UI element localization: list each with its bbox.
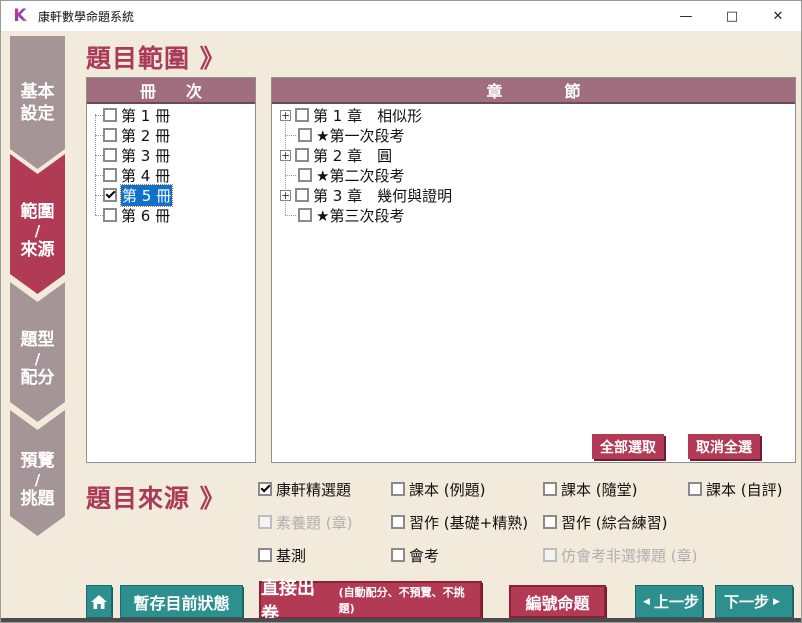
source-option-basic-test[interactable]: 基測 xyxy=(258,546,306,564)
source-option-textbook-selfcheck[interactable]: 課本 (自評) xyxy=(688,480,782,498)
tab-label: 來源 xyxy=(21,239,55,261)
checkbox-icon[interactable] xyxy=(688,482,702,496)
tab-label: / xyxy=(35,223,40,239)
titlebar: K 康軒數學命題系統 — □ ✕ xyxy=(1,1,801,31)
volume-item[interactable]: 第 1 冊 xyxy=(103,105,170,125)
tab-label: / xyxy=(35,351,40,367)
checkbox-icon[interactable] xyxy=(391,515,405,529)
source-option-workbook-basic[interactable]: 習作 (基礎+精熟) xyxy=(391,513,528,531)
close-button[interactable]: ✕ xyxy=(755,1,801,31)
tab-label: / xyxy=(35,472,40,488)
sidebar-tab-preview-pick[interactable]: 預覽 / 挑題 xyxy=(10,410,65,536)
tree-line xyxy=(95,114,96,215)
source-option-cap-exam[interactable]: 會考 xyxy=(391,546,439,564)
source-option-textbook-example[interactable]: 課本 (例題) xyxy=(391,480,485,498)
chapter-item[interactable]: + 第 3 章 幾何與證明 xyxy=(280,185,452,205)
checkbox-icon[interactable] xyxy=(298,208,312,222)
home-icon xyxy=(90,594,108,610)
checkbox-disabled-icon xyxy=(543,548,557,562)
checkbox-icon[interactable] xyxy=(103,108,117,122)
chapter-item[interactable]: + 第 2 章 圓 xyxy=(280,145,392,165)
direct-generate-button[interactable]: 直接出卷 (自動配分、不預覽、不挑題) xyxy=(259,581,482,619)
checkbox-icon[interactable] xyxy=(103,208,117,222)
window-bottom-border xyxy=(1,618,801,622)
checkbox-icon[interactable] xyxy=(295,148,309,162)
checkbox-icon[interactable] xyxy=(295,188,309,202)
tab-label: 基本 xyxy=(21,81,55,103)
checkbox-icon[interactable] xyxy=(391,482,405,496)
volume-item-selected[interactable]: 第 5 冊 xyxy=(103,185,172,205)
chapter-panel: 章節 + 第 1 章 相似形 ★第一次段考 + 第 2 章 圓 ★第二次段考 +… xyxy=(271,77,796,463)
checkbox-icon[interactable] xyxy=(543,515,557,529)
tab-label: 範圍 xyxy=(21,201,55,223)
source-heading: 題目來源 》 xyxy=(86,479,226,515)
source-option-mock-nonchoice: 仿會考非選擇題 (章) xyxy=(543,546,697,564)
chapter-panel-header: 章節 xyxy=(272,78,795,104)
volume-panel-header: 冊次 xyxy=(87,78,255,104)
app-logo-icon: K xyxy=(10,6,30,26)
checkbox-icon[interactable] xyxy=(391,548,405,562)
expand-plus-icon[interactable]: + xyxy=(280,110,291,121)
source-option-workbook-comprehensive[interactable]: 習作 (綜合練習) xyxy=(543,513,667,531)
volume-item[interactable]: 第 4 冊 xyxy=(103,165,170,185)
tab-label: 設定 xyxy=(21,103,55,125)
window-controls: — □ ✕ xyxy=(663,1,801,31)
tab-label: 預覽 xyxy=(21,450,55,472)
checkbox-icon[interactable] xyxy=(298,168,312,182)
volume-panel: 冊次 第 1 冊 第 2 冊 第 3 冊 第 4 冊 第 5 冊 第 6 冊 xyxy=(86,77,256,463)
checkbox-icon[interactable] xyxy=(103,128,117,142)
source-option-textbook-inclass[interactable]: 課本 (隨堂) xyxy=(543,480,637,498)
sidebar-tab-scope-source[interactable]: 範圍 / 來源 xyxy=(10,154,65,294)
numbered-generate-button[interactable]: 編號命題 xyxy=(509,585,606,618)
volume-item[interactable]: 第 3 冊 xyxy=(103,145,170,165)
expand-plus-icon[interactable]: + xyxy=(280,190,291,201)
minimize-button[interactable]: — xyxy=(663,1,709,31)
next-step-button[interactable]: 下一步 ▶ xyxy=(715,585,793,618)
tab-label: 挑題 xyxy=(21,488,55,510)
checkbox-icon[interactable] xyxy=(103,168,117,182)
select-all-button[interactable]: 全部選取 xyxy=(592,434,664,459)
checkbox-disabled-icon xyxy=(258,515,272,529)
checkbox-icon[interactable] xyxy=(103,148,117,162)
sidebar-tab-basic-settings[interactable]: 基本 設定 xyxy=(10,36,65,169)
deselect-all-button[interactable]: 取消全選 xyxy=(688,434,760,459)
window-title: 康軒數學命題系統 xyxy=(38,8,134,25)
chapter-item[interactable]: + 第 1 章 相似形 xyxy=(280,105,422,125)
left-arrow-icon: ◀ xyxy=(643,597,650,607)
checkbox-checked-icon[interactable] xyxy=(258,482,272,496)
volume-item[interactable]: 第 2 冊 xyxy=(103,125,170,145)
expand-plus-icon[interactable]: + xyxy=(280,150,291,161)
source-option-literacy: 素養題 (章) xyxy=(258,513,352,531)
exam-item[interactable]: ★第一次段考 xyxy=(298,125,404,145)
checkbox-icon[interactable] xyxy=(298,128,312,142)
exam-item[interactable]: ★第二次段考 xyxy=(298,165,404,185)
checkbox-checked-icon[interactable] xyxy=(103,188,117,202)
checkbox-icon[interactable] xyxy=(543,482,557,496)
prev-step-button[interactable]: ◀ 上一步 xyxy=(635,585,703,618)
source-option-kanghsuan[interactable]: 康軒精選題 xyxy=(258,480,351,498)
checkbox-icon[interactable] xyxy=(295,108,309,122)
scope-heading: 題目範圍 》 xyxy=(86,39,226,75)
maximize-button[interactable]: □ xyxy=(709,1,755,31)
tab-label: 配分 xyxy=(21,367,55,389)
right-arrow-icon: ▶ xyxy=(773,597,780,607)
exam-item[interactable]: ★第三次段考 xyxy=(298,205,404,225)
app-window: K 康軒數學命題系統 — □ ✕ 基本 設定 範圍 / 來源 題型 / 配分 預… xyxy=(0,0,802,623)
checkbox-icon[interactable] xyxy=(258,548,272,562)
save-state-button[interactable]: 暫存目前狀態 xyxy=(120,585,243,618)
tab-label: 題型 xyxy=(21,329,55,351)
volume-item[interactable]: 第 6 冊 xyxy=(103,205,170,225)
home-button[interactable] xyxy=(86,585,112,618)
sidebar-tab-question-types[interactable]: 題型 / 配分 xyxy=(10,282,65,422)
